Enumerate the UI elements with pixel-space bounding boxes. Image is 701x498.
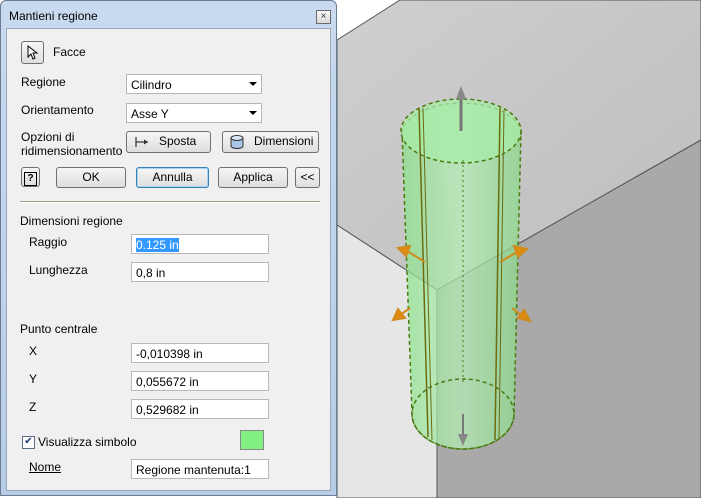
symbol-color-swatch[interactable]	[240, 430, 264, 450]
name-input-value: Regione mantenuta:1	[136, 463, 251, 477]
x-input-value: -0,010398 in	[136, 347, 203, 361]
help-icon: ?	[24, 172, 37, 186]
dimensions-section-title: Dimensioni regione	[20, 214, 123, 228]
dialog-body: Facce Regione Cilindro Orientamento Asse…	[6, 28, 331, 491]
center-point-section-title: Punto centrale	[20, 322, 98, 336]
dimensions-button[interactable]: Dimensioni	[222, 131, 319, 153]
x-input[interactable]: -0,010398 in	[131, 343, 269, 363]
collapse-button[interactable]: <<	[295, 167, 320, 188]
section-separator	[20, 201, 320, 203]
close-icon: ×	[320, 11, 327, 22]
dialog-titlebar[interactable]: Mantieni regione ×	[1, 1, 336, 27]
orientation-select-value: Asse Y	[131, 107, 169, 121]
apply-button[interactable]: Applica	[218, 167, 288, 188]
faces-label: Facce	[53, 45, 86, 59]
length-label: Lunghezza	[29, 263, 88, 277]
check-icon: ✔	[24, 436, 33, 447]
x-label: X	[29, 344, 38, 358]
show-symbol-checkbox[interactable]: ✔	[22, 436, 35, 449]
move-button-label: Sposta	[159, 134, 197, 148]
close-button[interactable]: ×	[316, 10, 331, 24]
name-input[interactable]: Regione mantenuta:1	[131, 459, 269, 479]
cylinder-region[interactable]	[400, 98, 522, 450]
z-input-value: 0,529682 in	[136, 403, 199, 417]
move-button[interactable]: Sposta	[126, 131, 211, 153]
region-label: Regione	[21, 75, 66, 89]
y-input-value: 0,055672 in	[136, 375, 199, 389]
help-button[interactable]: ?	[21, 167, 40, 187]
dialog-title: Mantieni regione	[9, 9, 98, 23]
y-input[interactable]: 0,055672 in	[131, 371, 269, 391]
cursor-arrow-icon	[27, 45, 39, 60]
orientation-label-text: Orientamento	[21, 103, 94, 117]
cylinder-icon	[230, 135, 244, 149]
move-icon	[135, 137, 148, 147]
ok-button[interactable]: OK	[56, 167, 126, 188]
radius-input-value: 0.125 in	[136, 238, 179, 252]
chevron-down-icon	[249, 111, 257, 115]
z-label: Z	[29, 400, 37, 414]
resize-options-label-line2: ridimensionamento	[21, 144, 123, 158]
region-select-value: Cilindro	[131, 78, 172, 92]
show-symbol-label: Visualizza simbolo	[38, 435, 137, 449]
chevron-down-icon	[249, 82, 257, 86]
resize-options-label-line1: Opzioni di	[21, 130, 75, 144]
orientation-select[interactable]: Asse Y	[126, 103, 262, 123]
name-label: Nome	[29, 460, 62, 474]
region-select[interactable]: Cilindro	[126, 74, 262, 94]
z-input[interactable]: 0,529682 in	[131, 399, 269, 419]
maintain-region-dialog: Mantieni regione × Facce Regione Cilindr…	[0, 0, 337, 496]
faces-select-button[interactable]	[21, 41, 44, 64]
radius-label: Raggio	[29, 235, 68, 249]
cancel-button[interactable]: Annulla	[136, 167, 209, 188]
radius-input[interactable]: 0.125 in	[131, 234, 269, 254]
dimensions-button-label: Dimensioni	[254, 134, 314, 148]
y-label: Y	[29, 372, 38, 386]
length-input-value: 0,8 in	[136, 266, 166, 280]
length-input[interactable]: 0,8 in	[131, 262, 269, 282]
